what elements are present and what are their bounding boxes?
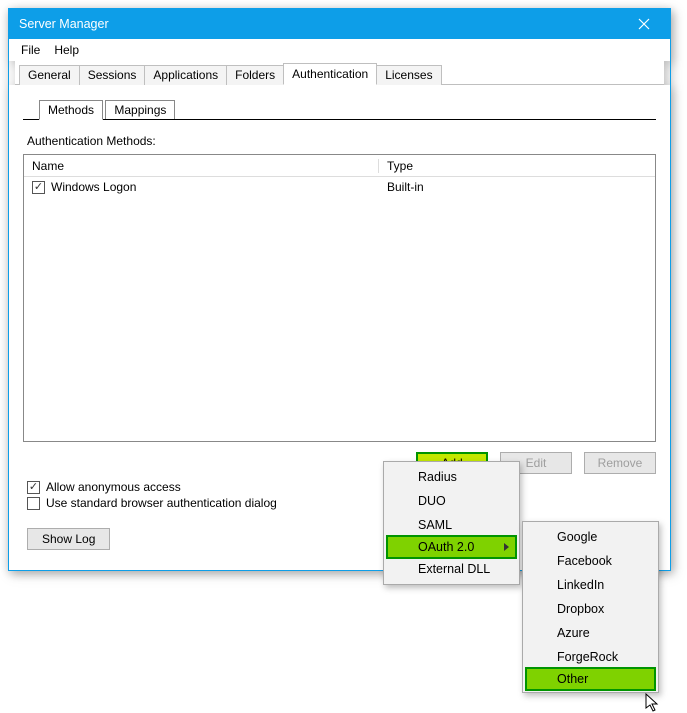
col-header-name[interactable]: Name	[24, 159, 379, 173]
submenu-other[interactable]: Other	[525, 667, 656, 691]
menu-item-saml[interactable]: SAML	[386, 513, 517, 537]
main-tab-row: General Sessions Applications Folders Au…	[15, 61, 664, 85]
auth-methods-label: Authentication Methods:	[27, 134, 656, 148]
list-header: Name Type	[24, 155, 655, 177]
subtab-mappings[interactable]: Mappings	[105, 100, 175, 119]
subtab-methods[interactable]: Methods	[39, 100, 103, 120]
browser-dlg-label: Use standard browser authentication dial…	[46, 496, 277, 510]
client-area: Methods Mappings Authentication Methods:…	[9, 85, 670, 570]
show-log-button[interactable]: Show Log	[27, 528, 110, 550]
tab-folders[interactable]: Folders	[226, 65, 284, 85]
menu-item-external-dll[interactable]: External DLL	[386, 557, 517, 581]
titlebar: Server Manager	[9, 9, 670, 39]
menu-item-duo[interactable]: DUO	[386, 489, 517, 513]
submenu-linkedin[interactable]: LinkedIn	[525, 573, 656, 597]
window-title: Server Manager	[19, 17, 109, 31]
menu-help[interactable]: Help	[48, 41, 85, 59]
tab-licenses[interactable]: Licenses	[376, 65, 441, 85]
menu-item-radius[interactable]: Radius	[386, 465, 517, 489]
submenu-forgerock[interactable]: ForgeRock	[525, 645, 656, 669]
remove-button: Remove	[584, 452, 656, 474]
submenu-azure[interactable]: Azure	[525, 621, 656, 645]
server-manager-window: Server Manager File Help General Session…	[8, 8, 671, 571]
menu-file[interactable]: File	[15, 41, 46, 59]
col-header-type[interactable]: Type	[379, 159, 655, 173]
tab-sessions[interactable]: Sessions	[79, 65, 146, 85]
submenu-google[interactable]: Google	[525, 525, 656, 549]
browser-dlg-row: Use standard browser authentication dial…	[27, 496, 656, 510]
allow-anon-checkbox[interactable]	[27, 481, 40, 494]
subtab-row: Methods Mappings	[23, 99, 656, 120]
allow-anon-label: Allow anonymous access	[46, 480, 181, 494]
close-button[interactable]	[624, 11, 664, 37]
allow-anon-row: Allow anonymous access	[27, 480, 656, 494]
close-icon	[638, 18, 650, 30]
row-name: Windows Logon	[51, 180, 136, 194]
button-row: Add Edit Remove	[23, 452, 656, 474]
auth-methods-list[interactable]: Name Type Windows Logon Built-in	[23, 154, 656, 442]
row-checkbox[interactable]	[32, 181, 45, 194]
tab-general[interactable]: General	[19, 65, 80, 85]
tab-applications[interactable]: Applications	[144, 65, 227, 85]
tab-authentication[interactable]: Authentication	[283, 63, 377, 85]
submenu-facebook[interactable]: Facebook	[525, 549, 656, 573]
row-type: Built-in	[379, 180, 655, 194]
submenu-dropbox[interactable]: Dropbox	[525, 597, 656, 621]
browser-dlg-checkbox[interactable]	[27, 497, 40, 510]
cursor-icon	[645, 693, 661, 713]
add-context-menu: Radius DUO SAML OAuth 2.0 External DLL	[383, 461, 520, 585]
menu-item-oauth[interactable]: OAuth 2.0	[386, 535, 517, 559]
list-row[interactable]: Windows Logon Built-in	[24, 177, 655, 197]
oauth-submenu: Google Facebook LinkedIn Dropbox Azure F…	[522, 521, 659, 693]
menubar: File Help	[9, 39, 670, 61]
